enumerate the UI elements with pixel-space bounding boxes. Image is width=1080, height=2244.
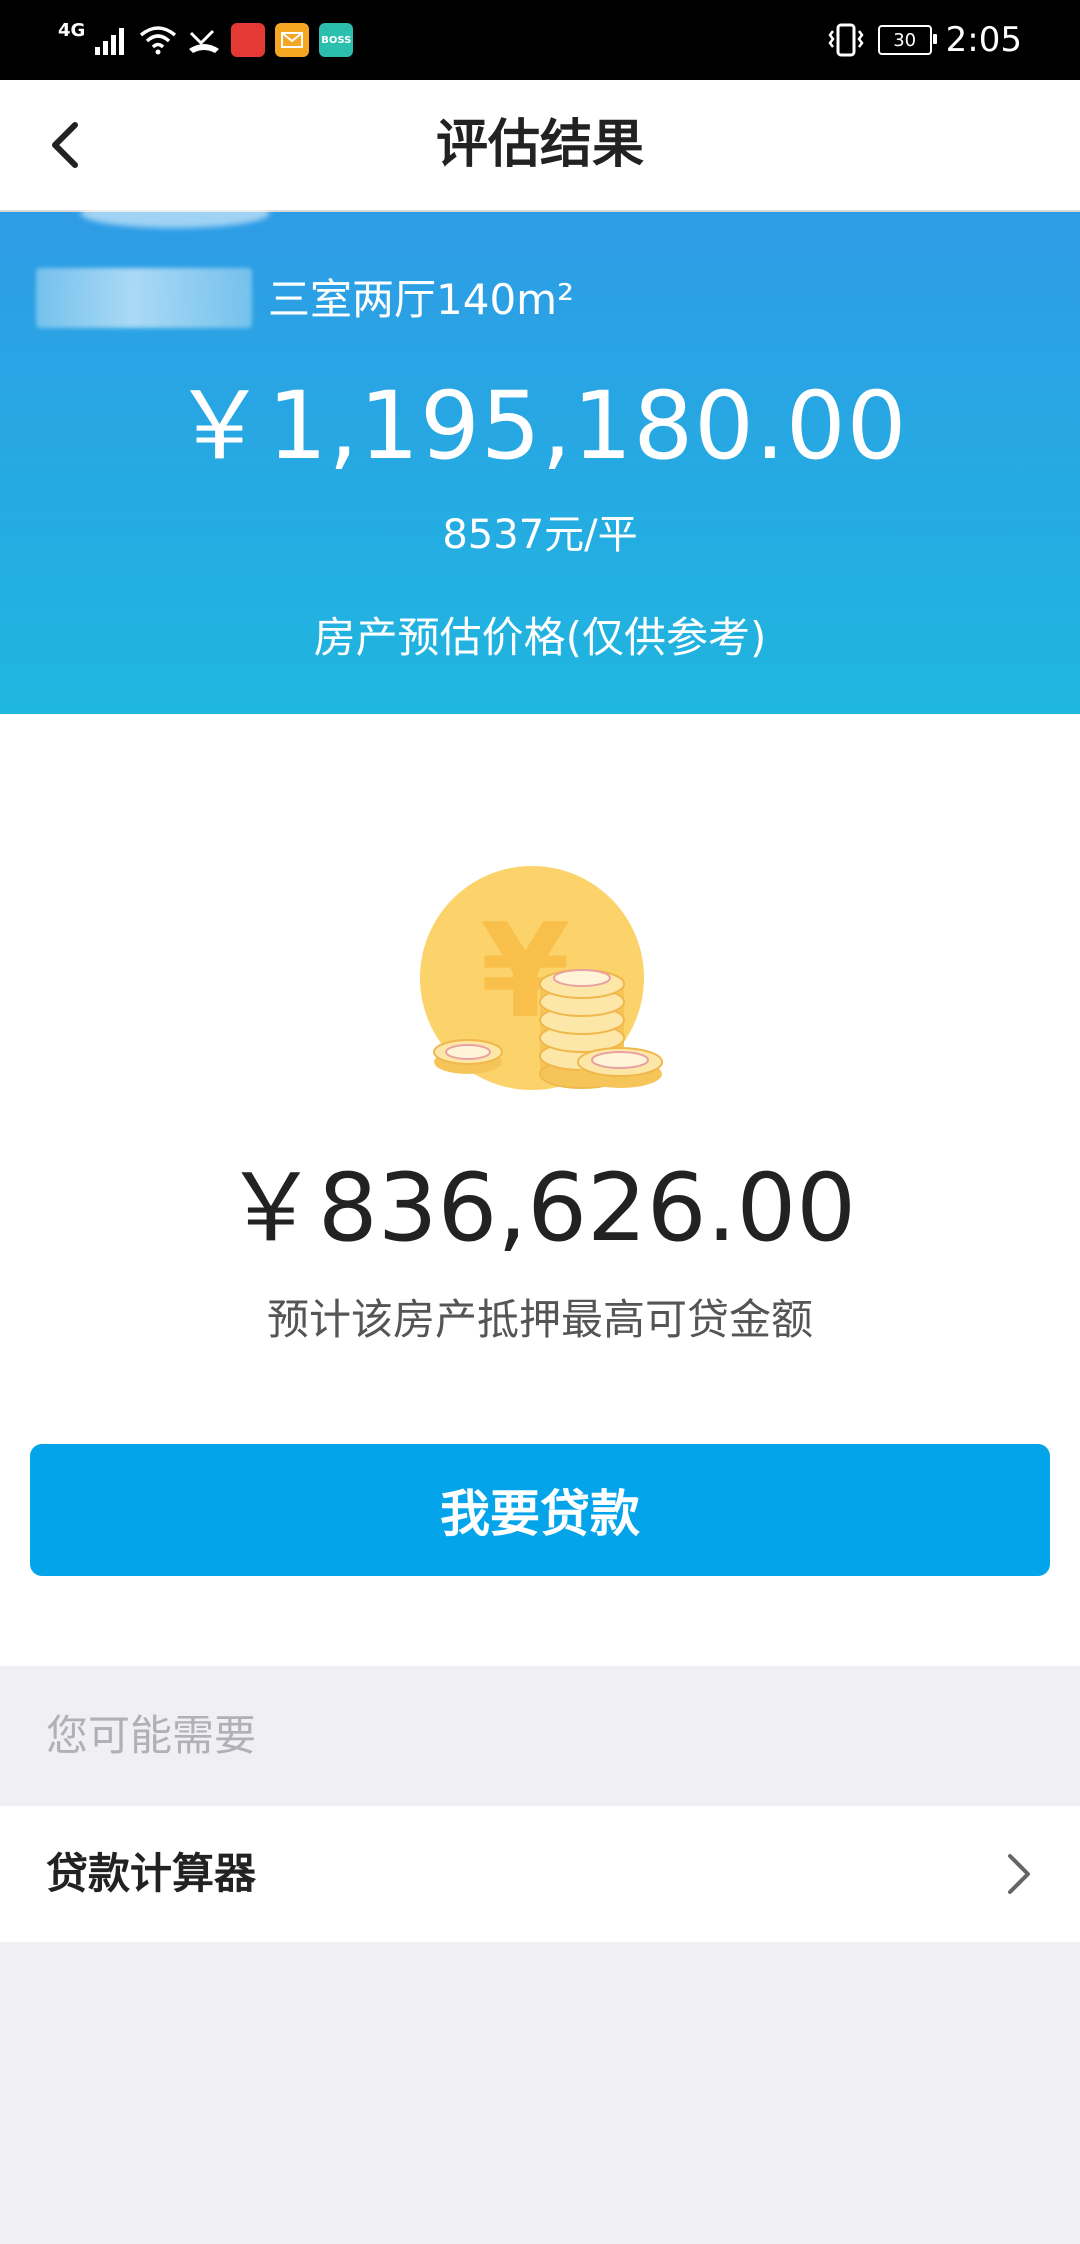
back-button[interactable]	[30, 110, 100, 180]
list-item-loan-calculator[interactable]: 贷款计算器	[0, 1806, 1080, 1942]
chevron-right-icon	[1008, 1854, 1030, 1894]
clock: 2:05	[945, 20, 1022, 60]
suggest-section-label: 您可能需要	[46, 1711, 257, 1760]
battery-icon: 30	[877, 25, 937, 55]
boss-app-icon: BOSS	[319, 23, 354, 57]
signal-icon	[95, 28, 125, 55]
estimated-price: ￥1,195,180.00	[172, 372, 908, 481]
list-item-label: 贷款计算器	[46, 1849, 257, 1898]
cloud-decoration	[80, 198, 270, 228]
chevron-left-icon	[52, 122, 78, 168]
max-loan-note: 预计该房产抵押最高可贷金额	[266, 1295, 813, 1344]
status-bar-right: 30 2:05	[828, 18, 1022, 62]
loan-section: ¥ ￥836,626.00 预计该房产抵押最高可贷金额 我要贷款	[0, 714, 1080, 1666]
mail-app-icon	[275, 23, 310, 57]
unit-price: 8537元/平	[442, 512, 638, 558]
page-title: 评估结果	[435, 115, 644, 175]
blurred-community-name	[36, 268, 252, 328]
missed-call-icon	[189, 29, 220, 53]
apply-loan-button[interactable]: 我要贷款	[30, 1444, 1050, 1576]
estimate-header: 三室两厅140m² ￥1,195,180.00 8537元/平 房产预估价格(仅…	[0, 198, 1080, 714]
max-loan-amount: ￥836,626.00	[223, 1154, 857, 1263]
status-bar-left: 4G BOSS	[58, 18, 354, 62]
boss-app-label: BOSS	[321, 34, 352, 46]
nav-bar: 评估结果	[0, 80, 1080, 212]
house-description: 三室两厅140m²	[268, 275, 574, 324]
estimate-note: 房产预估价格(仅供参考)	[313, 613, 767, 662]
wifi-icon	[140, 26, 177, 55]
coins-illustration-icon: ¥	[420, 866, 663, 1090]
vibrate-icon	[828, 23, 864, 57]
app-red-icon	[231, 23, 266, 57]
status-bar: 4G BOSS 30 2:05	[0, 0, 1080, 80]
battery-level: 30	[893, 29, 917, 51]
network-type: 4G	[58, 19, 86, 41]
